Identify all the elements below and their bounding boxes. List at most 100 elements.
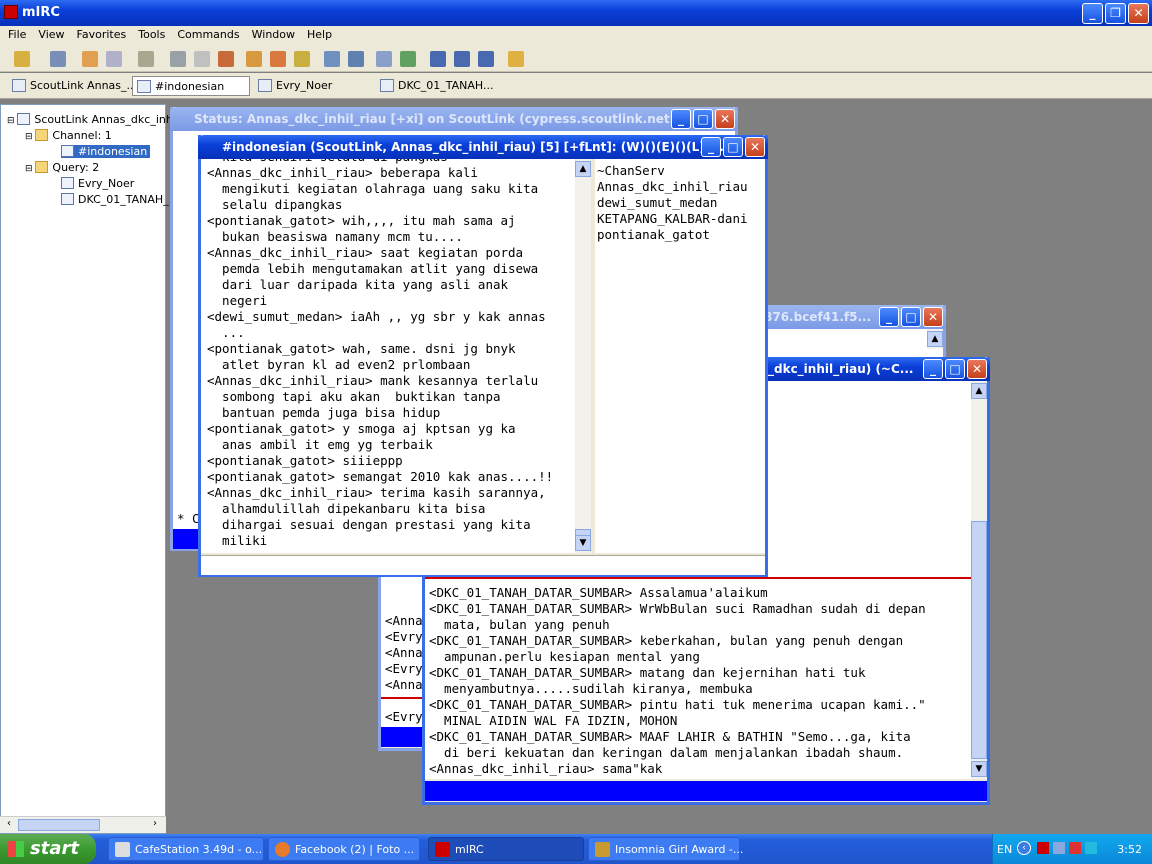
minimize-button[interactable]: _: [701, 137, 721, 157]
tile-vertical-icon[interactable]: [454, 51, 470, 67]
scroll-thumb[interactable]: [18, 819, 100, 831]
close-button[interactable]: ✕: [715, 109, 735, 129]
task-facebook[interactable]: Facebook (2) | Foto ...: [268, 837, 420, 861]
switch-channel[interactable]: #indonesian: [132, 76, 250, 96]
minimize-button[interactable]: _: [879, 307, 899, 327]
app-title: mIRC: [22, 5, 60, 20]
status-window-title[interactable]: Status: Annas_dkc_inhil_riau [+xi] on Sc…: [170, 107, 738, 131]
channel-window[interactable]: #indonesian (ScoutLink, Annas_dkc_inhil_…: [198, 135, 768, 577]
language-indicator[interactable]: EN: [997, 843, 1012, 856]
organize-favorites-icon[interactable]: [106, 51, 122, 67]
nick-item[interactable]: Annas_dkc_inhil_riau: [597, 179, 748, 195]
query-dkc-scrollbar[interactable]: ▲ ▼: [971, 381, 987, 779]
switch-status[interactable]: ScoutLink Annas_...: [8, 76, 141, 96]
tree-query-evry[interactable]: Evry_Noer: [61, 177, 134, 190]
address-book-icon[interactable]: [218, 51, 234, 67]
task-mirc[interactable]: mIRC: [428, 837, 584, 861]
windows-flag-icon: [8, 841, 24, 857]
messenger-icon[interactable]: [1085, 842, 1097, 854]
query-dkc-editbox[interactable]: [425, 781, 987, 801]
chat-line: dihargai sesuai dengan prestasi yang kit…: [207, 517, 531, 532]
menu-window[interactable]: Window: [246, 26, 301, 46]
clock: 3:52: [1117, 843, 1142, 856]
scroll-down-arrow[interactable]: ▼: [971, 761, 987, 777]
menu-view[interactable]: View: [32, 26, 70, 46]
send-file-icon[interactable]: [246, 51, 262, 67]
chat-icon[interactable]: [270, 51, 286, 67]
switch-query-dkc[interactable]: DKC_01_TANAH...: [376, 76, 497, 96]
maximize-button[interactable]: □: [723, 137, 743, 157]
favorites-icon[interactable]: [82, 51, 98, 67]
scroll-down-arrow[interactable]: ▼: [575, 535, 591, 551]
tree-hscrollbar[interactable]: ‹ ›: [0, 816, 166, 833]
query-evry-scrollbar[interactable]: ▲: [927, 329, 943, 349]
nick-item[interactable]: dewi_sumut_medan: [597, 195, 717, 211]
minimize-button[interactable]: _: [1082, 3, 1103, 24]
channel-window-title[interactable]: #indonesian (ScoutLink, Annas_dkc_inhil_…: [198, 135, 768, 159]
scroll-up-arrow[interactable]: ▲: [927, 331, 943, 347]
task-insomnia[interactable]: Insomnia Girl Award -...: [588, 837, 743, 861]
close-button[interactable]: ✕: [1128, 3, 1149, 24]
close-button[interactable]: ✕: [967, 359, 987, 379]
maximize-button[interactable]: □: [901, 307, 921, 327]
nick-item[interactable]: pontianak_gatot: [597, 227, 710, 243]
minimize-button[interactable]: _: [671, 109, 691, 129]
help-icon[interactable]: [508, 51, 524, 67]
tree-query-group[interactable]: ⊟ Query: 2: [25, 161, 99, 174]
scroll-thumb[interactable]: [971, 521, 987, 759]
task-cafestation[interactable]: CafeStation 3.49d - o...: [108, 837, 264, 861]
folder-icon: [35, 161, 49, 173]
nicklist[interactable]: ~ChanServ Annas_dkc_inhil_riau dewi_sumu…: [593, 159, 765, 553]
maximize-button[interactable]: □: [945, 359, 965, 379]
switch-query-evry[interactable]: Evry_Noer: [254, 76, 336, 96]
menu-tools[interactable]: Tools: [132, 26, 171, 46]
scroll-left-arrow[interactable]: ‹: [2, 818, 16, 832]
evry-line: <Anna: [385, 645, 423, 660]
nick-item[interactable]: KETAPANG_KALBAR-dani: [597, 211, 748, 227]
tree-channel-group[interactable]: ⊟ Channel: 1: [25, 129, 112, 142]
tree-query-dkc[interactable]: DKC_01_TANAH_: [61, 193, 169, 206]
menu-commands[interactable]: Commands: [171, 26, 245, 46]
received-files-icon[interactable]: [294, 51, 310, 67]
app-titlebar[interactable]: mIRC _ ❐ ✕: [0, 0, 1152, 26]
tray-expand-icon[interactable]: ‹: [1017, 841, 1031, 855]
channel-scrollbar[interactable]: ▲ ▼: [575, 159, 591, 553]
connect-icon[interactable]: [14, 51, 30, 67]
start-button[interactable]: start: [0, 834, 96, 864]
unread-separator: [425, 577, 971, 579]
channel-editbox[interactable]: [201, 555, 765, 575]
tree-server[interactable]: ⊟ ScoutLink Annas_dkc_inhi: [7, 113, 176, 126]
evry-line: <Evry: [385, 629, 423, 644]
chat-line: <Annas_dkc_inhil_riau> terima kasih sara…: [207, 485, 546, 500]
online-icon[interactable]: [400, 51, 416, 67]
notify-list-icon[interactable]: [324, 51, 340, 67]
mirc-icon: [435, 842, 450, 857]
timer-icon[interactable]: [194, 51, 210, 67]
close-button[interactable]: ✕: [745, 137, 765, 157]
menu-favorites[interactable]: Favorites: [71, 26, 133, 46]
options-icon[interactable]: [50, 51, 66, 67]
chat-line: <pontianak_gatot> siiieppp: [207, 453, 403, 468]
tree-channel-indonesian[interactable]: #indonesian: [61, 145, 151, 158]
scroll-up-arrow[interactable]: ▲: [971, 383, 987, 399]
maximize-button[interactable]: □: [693, 109, 713, 129]
network-icon[interactable]: [1053, 842, 1065, 854]
evry-line: <Anna: [385, 613, 423, 628]
close-button[interactable]: ✕: [923, 307, 943, 327]
scroll-right-arrow[interactable]: ›: [148, 818, 162, 832]
scroll-up-arrow[interactable]: ▲: [575, 161, 591, 177]
tile-horizontal-icon[interactable]: [430, 51, 446, 67]
security-icon[interactable]: [1069, 842, 1081, 854]
restore-button[interactable]: ❐: [1105, 3, 1126, 24]
menu-file[interactable]: File: [2, 26, 32, 46]
channel-icon: [61, 145, 74, 157]
channels-list-icon[interactable]: [138, 51, 154, 67]
scripts-editor-icon[interactable]: [170, 51, 186, 67]
cascade-icon[interactable]: [478, 51, 494, 67]
menu-help[interactable]: Help: [301, 26, 338, 46]
nick-item[interactable]: ~ChanServ: [597, 163, 665, 179]
minimize-button[interactable]: _: [923, 359, 943, 379]
log-icon[interactable]: [376, 51, 392, 67]
mirc-tray-icon[interactable]: [1037, 842, 1049, 854]
url-list-icon[interactable]: [348, 51, 364, 67]
